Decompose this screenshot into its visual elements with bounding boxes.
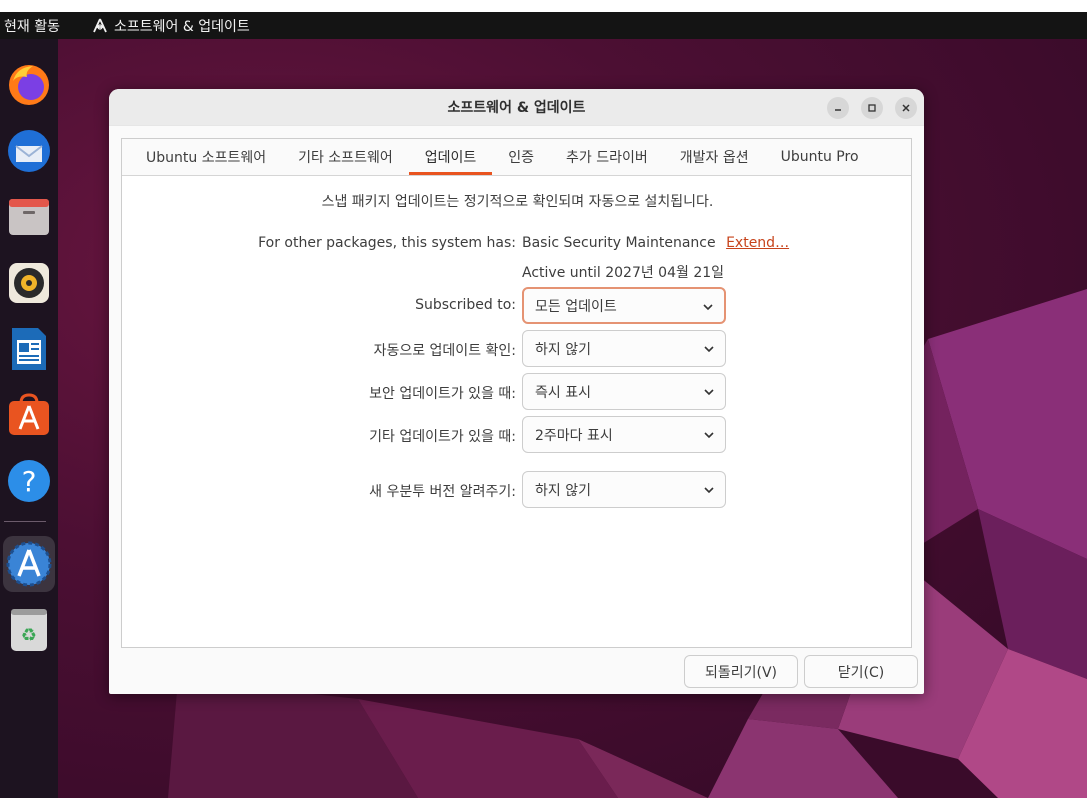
dock-trash[interactable]: ♻ (3, 602, 55, 658)
new-version-dropdown[interactable]: 하지 않기 (522, 471, 726, 508)
tab-other-software[interactable]: 기타 소프트웨어 (282, 142, 409, 175)
software-updates-small-icon (93, 18, 107, 32)
app-menu[interactable]: 소프트웨어 & 업데이트 (92, 16, 250, 36)
security-maintenance-row: Basic Security Maintenance Extend… (522, 235, 789, 251)
security-maintenance-value: Basic Security Maintenance (522, 235, 716, 251)
software-updates-icon (6, 541, 52, 587)
svg-text:?: ? (22, 465, 37, 498)
help-icon: ? (8, 460, 50, 502)
activities-button[interactable]: 현재 활동 (0, 16, 92, 36)
top-bar: 현재 활동 소프트웨어 & 업데이트 (0, 12, 1087, 39)
revert-button[interactable]: 되돌리기(V) (684, 655, 798, 688)
minimize-icon (835, 109, 841, 111)
maximize-button[interactable] (861, 97, 883, 119)
auto-check-value: 하지 않기 (535, 341, 591, 358)
files-icon (9, 199, 49, 235)
chevron-down-icon (704, 346, 714, 353)
trash-icon: ♻ (11, 609, 47, 651)
snap-notice: 스냅 패키지 업데이트는 정기적으로 확인되며 자동으로 설치됩니다. (321, 194, 714, 210)
app-center-icon (9, 393, 49, 435)
auto-check-label: 자동으로 업데이트 확인: (373, 343, 516, 359)
app-menu-label: 소프트웨어 & 업데이트 (114, 18, 250, 35)
window-titlebar[interactable]: 소프트웨어 & 업데이트 (109, 89, 924, 126)
tab-authentication[interactable]: 인증 (492, 142, 550, 175)
extend-link[interactable]: Extend… (726, 235, 789, 251)
close-window-button[interactable] (895, 97, 917, 119)
dock-app-center[interactable] (3, 387, 55, 443)
dock-thunderbird[interactable] (3, 123, 55, 179)
chevron-down-icon (704, 432, 714, 439)
settings-notebook: Ubuntu 소프트웨어 기타 소프트웨어 업데이트 인증 추가 드라이버 개발… (121, 138, 912, 648)
other-updates-dropdown[interactable]: 2주마다 표시 (522, 416, 726, 453)
active-until-text: Active until 2027년 04월 21일 (522, 265, 725, 281)
close-button[interactable]: 닫기(C) (804, 655, 918, 688)
close-icon (902, 104, 910, 112)
new-version-label: 새 우분투 버전 알려주기: (369, 484, 516, 500)
subscribed-to-dropdown[interactable]: 모든 업데이트 (522, 287, 726, 324)
updates-panel: 스냅 패키지 업데이트는 정기적으로 확인되며 자동으로 설치됩니다. For … (122, 176, 911, 646)
dock-files[interactable] (3, 189, 55, 245)
other-updates-label: 기타 업데이트가 있을 때: (369, 429, 516, 445)
libreoffice-writer-icon (12, 328, 46, 370)
auto-check-dropdown[interactable]: 하지 않기 (522, 330, 726, 367)
dock: ? ♻ (0, 39, 58, 798)
thunderbird-icon (8, 130, 50, 172)
tab-bar: Ubuntu 소프트웨어 기타 소프트웨어 업데이트 인증 추가 드라이버 개발… (122, 139, 911, 176)
chevron-down-icon (704, 389, 714, 396)
dock-separator (4, 521, 46, 522)
dock-help[interactable]: ? (3, 453, 55, 509)
dock-firefox[interactable] (3, 57, 55, 113)
tab-ubuntu-software[interactable]: Ubuntu 소프트웨어 (130, 142, 282, 175)
chevron-down-icon (703, 304, 713, 311)
dock-rhythmbox[interactable] (3, 255, 55, 311)
tab-ubuntu-pro[interactable]: Ubuntu Pro (765, 142, 875, 175)
minimize-button[interactable] (827, 97, 849, 119)
tab-developer-options[interactable]: 개발자 옵션 (664, 142, 765, 175)
subscribed-to-value: 모든 업데이트 (535, 298, 617, 315)
subscribed-to-label: Subscribed to: (415, 297, 516, 313)
rhythmbox-icon (9, 263, 49, 303)
chevron-down-icon (704, 487, 714, 494)
other-packages-label: For other packages, this system has: (258, 235, 516, 251)
security-updates-dropdown[interactable]: 즉시 표시 (522, 373, 726, 410)
tab-updates[interactable]: 업데이트 (408, 142, 493, 175)
tab-additional-drivers[interactable]: 추가 드라이버 (550, 142, 664, 175)
window-title: 소프트웨어 & 업데이트 (447, 100, 586, 116)
dock-libreoffice-writer[interactable] (3, 321, 55, 377)
security-updates-label: 보안 업데이트가 있을 때: (369, 386, 516, 402)
firefox-icon (9, 65, 49, 105)
dock-software-updates[interactable] (3, 536, 55, 592)
svg-text:♻: ♻ (21, 625, 37, 646)
other-updates-value: 2주마다 표시 (535, 427, 613, 444)
maximize-icon (868, 104, 876, 112)
new-version-value: 하지 않기 (535, 482, 591, 499)
software-updates-window: 소프트웨어 & 업데이트 Ubuntu 소프트웨어 기타 소프트웨어 업데이트 … (109, 89, 924, 694)
security-updates-value: 즉시 표시 (535, 384, 591, 401)
